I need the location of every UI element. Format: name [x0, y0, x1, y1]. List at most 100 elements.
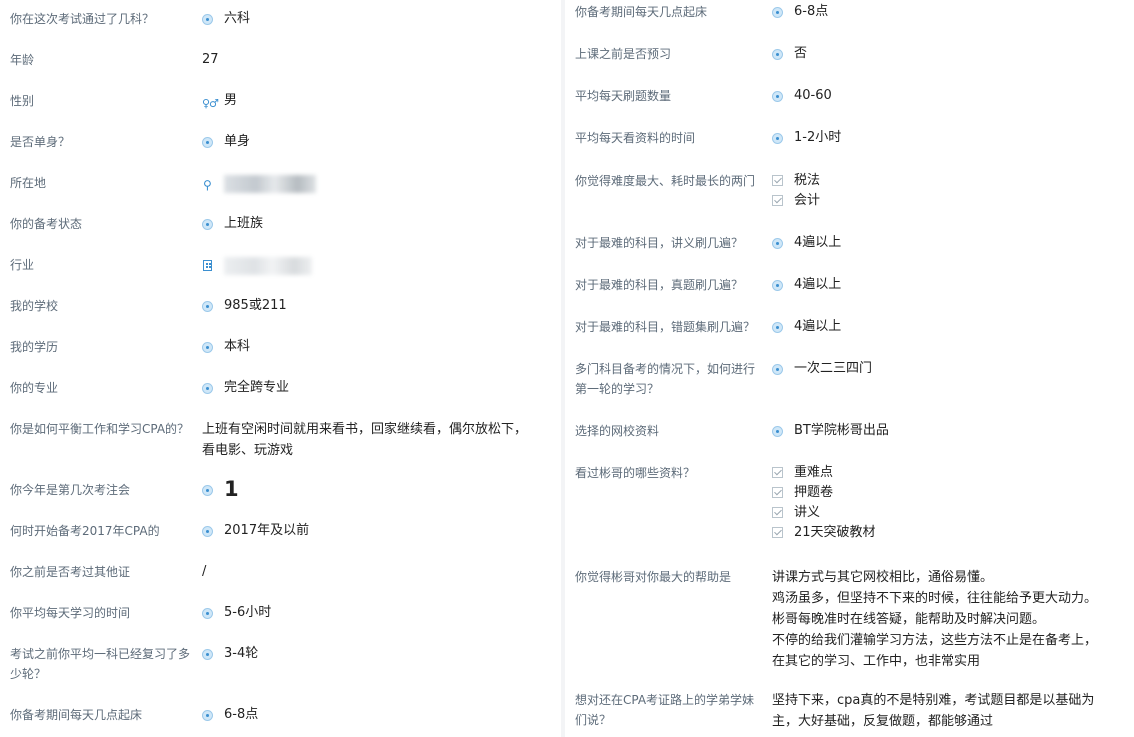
- question-label: 你今年是第几次考注会: [10, 483, 131, 497]
- question-label: 性别: [10, 94, 35, 108]
- question-label: 何时开始备考2017年CPA的: [10, 524, 160, 538]
- question-label: 你觉得彬哥对你最大的帮助是: [575, 570, 732, 584]
- radio-icon: [202, 485, 213, 496]
- checkbox-icon: [772, 527, 783, 538]
- question-label: 你备考期间每天几点起床: [575, 5, 708, 19]
- radio-icon: [202, 710, 213, 721]
- answer-text: 6-8点: [794, 4, 829, 19]
- answer-text: 985或211: [224, 298, 287, 313]
- gender-icon: ♀♂: [202, 97, 219, 110]
- question-label: 所在地: [10, 176, 47, 190]
- answer: 985或211: [202, 296, 287, 316]
- answer-text: 3-4轮: [224, 646, 259, 661]
- question-label: 你备考期间每天几点起床: [10, 708, 143, 722]
- answer: BT学院彬哥出品: [772, 421, 889, 441]
- question-label: 我的学历: [10, 340, 59, 354]
- answer-text: 六科: [224, 11, 251, 26]
- radio-icon: [202, 14, 213, 25]
- answer-text: 4遍以上: [794, 319, 842, 334]
- radio-icon: [772, 426, 783, 437]
- answer-text: 40-60: [794, 88, 832, 103]
- answer-text: 一次二三四门: [794, 361, 873, 376]
- building-icon: [203, 260, 212, 271]
- answer-text: 4遍以上: [794, 277, 842, 292]
- answer-text: 2017年及以前: [224, 523, 310, 538]
- answer-text: BT学院彬哥出品: [794, 423, 889, 438]
- radio-icon: [202, 219, 213, 230]
- question-label: 看过彬哥的哪些资料？: [575, 466, 696, 480]
- answer-text: 上班有空闲时间就用来看书，回家继续看，偶尔放松下， 看电影、玩游戏: [202, 422, 528, 458]
- answer: ⚲: [202, 173, 332, 195]
- question-label: 你之前是否考过其他证: [10, 565, 131, 579]
- answer: 一次二三四门: [772, 359, 872, 379]
- answer: 完全跨专业: [202, 378, 289, 398]
- question-label: 多门科目备考的情况下，如何进行 第一轮的学习？: [575, 362, 756, 396]
- radio-icon: [772, 280, 783, 291]
- question-label: 你的备考状态: [10, 217, 83, 231]
- question-label: 行业: [10, 258, 35, 272]
- answer-text: 押题卷: [794, 485, 834, 500]
- checkbox-list: 重难点 押题卷 讲义 21天突破教材: [772, 463, 876, 543]
- radio-icon: [772, 238, 783, 249]
- answer-text: 坚持下来，cpa真的不是特别难，考试题目都是以基础为 主，大好基础，反复做题，都…: [772, 693, 1095, 729]
- answer-text: 5-6小时: [224, 605, 272, 620]
- answer: 上班有空闲时间就用来看书，回家继续看，偶尔放松下， 看电影、玩游戏: [202, 419, 554, 461]
- answer: 坚持下来，cpa真的不是特别难，考试题目都是以基础为 主，大好基础，反复做题，都…: [772, 690, 1132, 732]
- answer-text: 1-2小时: [794, 130, 842, 145]
- radio-icon: [202, 137, 213, 148]
- answer-text: 否: [794, 46, 808, 61]
- answer: 6-8点: [772, 2, 828, 22]
- question-label: 平均每天看资料的时间: [575, 131, 696, 145]
- answer-text: 21天突破教材: [794, 525, 876, 540]
- radio-icon: [772, 49, 783, 60]
- radio-icon: [202, 649, 213, 660]
- answer: 4遍以上: [772, 233, 841, 253]
- question-label: 考试之前你平均一科已经复习了多 少轮？: [10, 647, 191, 681]
- answer-text: /: [202, 564, 207, 579]
- column-divider: [561, 0, 565, 737]
- answer: 2017年及以前: [202, 521, 309, 541]
- answer: 上班族: [202, 214, 263, 234]
- question-label: 年龄: [10, 53, 35, 67]
- question-label: 你平均每天学习的时间: [10, 606, 131, 620]
- answer-text: 完全跨专业: [224, 380, 290, 395]
- answer: 4遍以上: [772, 275, 841, 295]
- answer: 1-2小时: [772, 128, 841, 148]
- answer: 六科: [202, 9, 250, 29]
- answer-text: 本科: [224, 339, 251, 354]
- answer: 否: [772, 44, 807, 64]
- radio-icon: [202, 301, 213, 312]
- answer: 1: [202, 477, 239, 503]
- question-label: 是否单身？: [10, 135, 71, 149]
- answer: 单身: [202, 132, 250, 152]
- question-label: 上课之前是否预习: [575, 47, 672, 61]
- survey-left-column: 你在这次考试通过了几科？ 六科 年龄 27 性别 ♀♂ 男 是否单身？ 单身 所…: [0, 0, 560, 737]
- redacted-location: [224, 175, 316, 193]
- radio-icon: [772, 322, 783, 333]
- question-label: 对于最难的科目，讲义刷几遍？: [575, 236, 744, 250]
- question-label: 我的学校: [10, 299, 59, 313]
- answer-text: 重难点: [794, 465, 834, 480]
- radio-icon: [202, 608, 213, 619]
- answer-text: 会计: [794, 193, 821, 208]
- radio-icon: [772, 133, 783, 144]
- answer-text: 讲课方式与其它网校相比，通俗易懂。 鸡汤虽多，但坚持不下来的时候，往往能给予更大…: [772, 570, 1098, 669]
- checkbox-icon: [772, 467, 783, 478]
- checkbox-icon: [772, 487, 783, 498]
- answer: 讲课方式与其它网校相比，通俗易懂。 鸡汤虽多，但坚持不下来的时候，往往能给予更大…: [772, 567, 1132, 672]
- location-pin-icon: ⚲: [203, 178, 212, 192]
- answer-text: 讲义: [794, 505, 821, 520]
- survey-right-column: 你备考期间每天几点起床 6-8点 上课之前是否预习 否 平均每天刷题数量 40-…: [566, 0, 1134, 737]
- radio-icon: [202, 526, 213, 537]
- answer: 6-8点: [202, 705, 258, 725]
- radio-icon: [772, 7, 783, 18]
- checkbox-list: 税法 会计: [772, 171, 820, 211]
- answer-text: 4遍以上: [794, 235, 842, 250]
- checkbox-icon: [772, 195, 783, 206]
- answer-text: 税法: [794, 173, 821, 188]
- answer: [202, 255, 332, 277]
- answer: 4遍以上: [772, 317, 841, 337]
- question-label: 你的专业: [10, 381, 59, 395]
- question-label: 平均每天刷题数量: [575, 89, 672, 103]
- answer-text: 单身: [224, 134, 251, 149]
